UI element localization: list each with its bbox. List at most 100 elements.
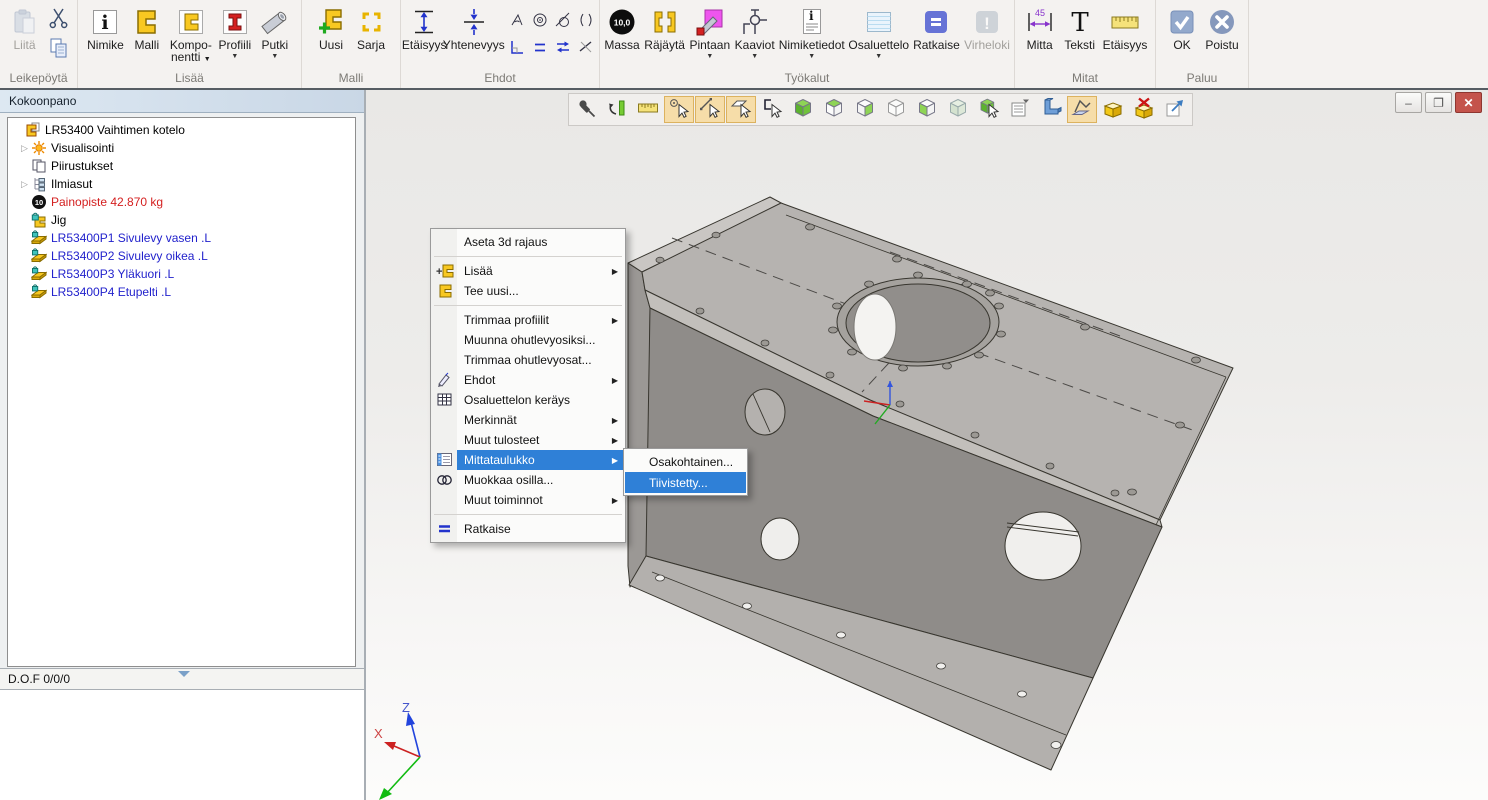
ribbon-button-massa[interactable]: 10,0Massa xyxy=(603,3,641,51)
constraint-concentric-button[interactable] xyxy=(529,7,551,33)
osaluettelo-icon xyxy=(864,5,894,39)
constraint-perpendicular-button[interactable] xyxy=(506,34,528,60)
window-restore-button[interactable]: ❐ xyxy=(1425,92,1452,113)
viewport-button-notes[interactable] xyxy=(1005,96,1035,123)
ribbon-button-poistu[interactable]: Poistu xyxy=(1203,3,1241,51)
lprof-icon xyxy=(1040,97,1062,122)
ribbon-group-label: Mitat xyxy=(1015,71,1155,88)
viewport-button-select-line[interactable] xyxy=(695,96,725,123)
tree-item[interactable]: ▷Ilmiasut xyxy=(8,175,355,193)
submenu-item[interactable]: Tiivistetty... xyxy=(625,472,746,493)
menu-item[interactable]: +Lisää▶ xyxy=(432,261,624,281)
ribbon-button-uusi[interactable]: Uusi xyxy=(312,3,350,51)
teksti-icon: T xyxy=(1065,5,1095,39)
menu-item[interactable]: Muut toiminnot▶ xyxy=(432,490,624,510)
ribbon-button-malli[interactable]: Malli xyxy=(128,3,166,51)
menu-item[interactable]: Ehdot▶ xyxy=(432,370,624,390)
expander-icon[interactable]: ▷ xyxy=(19,179,30,190)
tree-item[interactable]: Piirustukset xyxy=(8,157,355,175)
window-close-button[interactable]: ✕ xyxy=(1455,92,1482,113)
submenu-item[interactable]: Osakohtainen... xyxy=(625,451,746,472)
ribbon-button-osaluettelo[interactable]: Osaluettelo▼ xyxy=(848,3,910,61)
ribbon-button-leikkaa[interactable] xyxy=(47,7,71,31)
menu-item[interactable]: Osaluettelon keräys xyxy=(432,390,624,410)
splitter-grip-icon[interactable] xyxy=(178,671,190,677)
menu-item[interactable]: Ratkaise xyxy=(432,519,624,539)
viewport-button-shade-left[interactable] xyxy=(912,96,942,123)
ribbon-button-pintaan[interactable]: Pintaan▼ xyxy=(688,3,731,61)
viewport-button-select-body[interactable] xyxy=(974,96,1004,123)
ribbon-button-rajayta[interactable]: Räjäytä xyxy=(643,3,686,51)
constraint-symmetry-button[interactable] xyxy=(575,7,597,33)
ribbon-button-etaisyys[interactable]: Etäisyys xyxy=(404,3,444,51)
viewport-button-shade-pale[interactable] xyxy=(943,96,973,123)
menu-item[interactable]: Mittataulukko▶ xyxy=(432,450,624,470)
viewport-button-select-component[interactable] xyxy=(757,96,787,123)
menu-item-label: Trimmaa profiilit xyxy=(464,313,549,327)
ribbon-group-tyokalut: 10,0MassaRäjäytäPintaan▼Kaaviot▼iNimiket… xyxy=(600,0,1015,88)
viewport-button-measure[interactable] xyxy=(633,96,663,123)
menu-item[interactable]: Trimmaa ohutlevyosat... xyxy=(432,350,624,370)
viewport-button-export[interactable] xyxy=(1160,96,1190,123)
assembly-tree[interactable]: LR53400 Vaihtimen kotelo▷VisualisointiPi… xyxy=(7,117,356,667)
menu-item[interactable]: Merkinnät▶ xyxy=(432,410,624,430)
constraint-tangent-button[interactable] xyxy=(552,7,574,33)
tree-item[interactable]: LR53400P1 Sivulevy vasen .L xyxy=(8,229,355,247)
tree-item[interactable]: LR53400P2 Sivulevy oikea .L xyxy=(8,247,355,265)
window-minimize-button[interactable]: – xyxy=(1395,92,1422,113)
ribbon-button-nimike[interactable]: iNimike xyxy=(85,3,126,51)
viewport-button-shade-solid[interactable] xyxy=(788,96,818,123)
window-controls: –❐✕ xyxy=(1395,92,1482,113)
viewport-button-profile[interactable] xyxy=(1036,96,1066,123)
viewport-button-select-point[interactable] xyxy=(664,96,694,123)
tree-item[interactable]: LR53400P4 Etupelti .L xyxy=(8,283,355,301)
menu-item[interactable]: Muunna ohutlevyosiksi... xyxy=(432,330,624,350)
ribbon-button-mitta[interactable]: 45Mitta xyxy=(1021,3,1059,51)
constraint-free-button[interactable] xyxy=(575,34,597,60)
ribbon-button-kaaviot[interactable]: Kaaviot▼ xyxy=(733,3,776,61)
viewport-button-pin[interactable] xyxy=(571,96,601,123)
menu-item[interactable]: Trimmaa profiilit ▶ xyxy=(432,310,624,330)
ribbon-button-sarja[interactable]: Sarja xyxy=(352,3,390,51)
viewport-button-box-delete[interactable] xyxy=(1129,96,1159,123)
tree-item[interactable]: LR53400P3 Yläkuori .L xyxy=(8,265,355,283)
ribbon-button-label: Poistu xyxy=(1205,39,1238,51)
ribbon-button-komponentti[interactable]: Kompo-nentti ▼ xyxy=(168,3,214,66)
sarja-icon xyxy=(356,5,386,39)
sheetlist-icon xyxy=(1009,97,1031,122)
ribbon-button-putki[interactable]: Putki▼ xyxy=(256,3,294,61)
viewport-button-sketch[interactable] xyxy=(1067,96,1097,123)
viewport-button-select-face[interactable] xyxy=(726,96,756,123)
expander-icon[interactable]: ▷ xyxy=(19,143,30,154)
ribbon-button-profiili[interactable]: Profiili▼ xyxy=(216,3,254,61)
menu-item[interactable]: Muokkaa osilla... xyxy=(432,470,624,490)
constraint-parallel-button[interactable] xyxy=(529,34,551,60)
ribbon-button-teksti[interactable]: TTeksti xyxy=(1061,3,1099,51)
menu-item[interactable]: Tee uusi... xyxy=(432,281,624,301)
ribbon-button-etaisyys-mitta[interactable]: Etäisyys xyxy=(1101,3,1150,51)
constraint-opposite-button[interactable] xyxy=(552,34,574,60)
viewport-button-box[interactable] xyxy=(1098,96,1128,123)
ribbon-button-ratkaise[interactable]: Ratkaise xyxy=(912,3,961,51)
viewport-button-shade-wire[interactable] xyxy=(881,96,911,123)
submenu-arrow-icon: ▶ xyxy=(612,316,618,325)
ribbon-button-nimiketiedot[interactable]: iNimiketiedot▼ xyxy=(778,3,846,61)
3d-viewport-canvas[interactable]: Z X –❐✕ Aseta 3d rajaus+Lisää▶Tee uusi..… xyxy=(366,90,1488,800)
constraint-angle-button[interactable] xyxy=(506,7,528,33)
pages-icon xyxy=(30,158,47,174)
ribbon-button-liita[interactable]: Liitä xyxy=(6,3,44,51)
ribbon-button-virheloki[interactable]: !Virheloki xyxy=(963,3,1011,51)
menu-item[interactable]: Muut tulosteet▶ xyxy=(432,430,624,450)
ribbon-button-ok[interactable]: OK xyxy=(1163,3,1201,51)
tree-item[interactable]: Jig xyxy=(8,211,355,229)
tree-item[interactable]: ▷Visualisointi xyxy=(8,139,355,157)
svg-text:T: T xyxy=(1071,8,1089,37)
viewport-button-shade-top[interactable] xyxy=(819,96,849,123)
ribbon-button-yhtenevyys[interactable]: Yhtenevyys xyxy=(446,3,501,51)
tree-item[interactable]: 10Painopiste 42.870 kg xyxy=(8,193,355,211)
viewport-button-flip[interactable] xyxy=(602,96,632,123)
tree-item[interactable]: LR53400 Vaihtimen kotelo xyxy=(8,121,355,139)
viewport-button-shade-right[interactable] xyxy=(850,96,880,123)
ribbon-button-kopioi[interactable] xyxy=(47,37,71,61)
menu-item[interactable]: Aseta 3d rajaus xyxy=(432,232,624,252)
